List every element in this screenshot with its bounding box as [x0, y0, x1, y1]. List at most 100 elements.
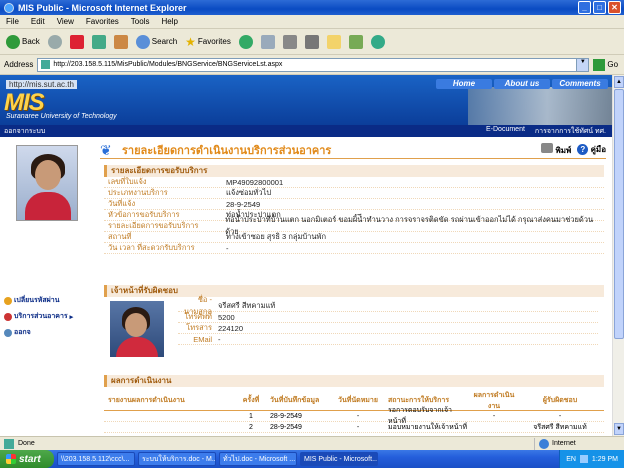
page-done-icon: [4, 438, 14, 449]
menu-bar: File Edit View Favorites Tools Help: [0, 15, 624, 29]
taskbar-item-word-doc1[interactable]: ระบบให้บริการ.doc - M...: [138, 452, 216, 466]
scroll-thumb[interactable]: [614, 89, 624, 339]
contact-row: ชื่อ - นามสกุล จรีสศรี สีทคามแท้: [178, 295, 598, 316]
go-button[interactable]: Go: [593, 58, 618, 71]
media-icon: [238, 34, 253, 49]
address-bar: Address http://203.158.5.115/MisPublic/M…: [0, 55, 624, 75]
menu-help[interactable]: Help: [161, 17, 177, 26]
nav-about[interactable]: About us: [494, 79, 550, 89]
taskbar-item-word-doc2[interactable]: ทั่วไป.doc - Microsoft ...: [219, 452, 297, 466]
search-icon: [135, 34, 150, 49]
nav-comments[interactable]: Comments: [552, 79, 608, 89]
title-bar: MIS Public - Microsoft Internet Explorer…: [0, 0, 624, 15]
exit-icon: [4, 328, 12, 337]
forward-button[interactable]: [46, 32, 64, 52]
page-icon: [41, 60, 51, 69]
menu-edit[interactable]: Edit: [31, 17, 45, 26]
home-icon: [113, 34, 128, 49]
discuss-button[interactable]: [325, 32, 343, 52]
progress-section: ผลการดำเนินงาน รายงานผลการดำเนินงาน ครั้…: [104, 375, 604, 436]
security-zone: Internet: [534, 437, 624, 450]
refresh-icon: [91, 34, 106, 49]
sub-nav-bar: ออกจากระบบ E-Document การจากการใช้ทัศน์ …: [0, 125, 612, 137]
globe-icon: [539, 438, 549, 449]
page-title: รายละเอียดการดำเนินงานบริการส่วนอาคาร: [122, 144, 332, 157]
sidebar-item-logout[interactable]: ออกจ: [4, 327, 73, 338]
officer-photo: [110, 301, 164, 357]
header-banner-image: [468, 87, 612, 125]
taskbar-item-ie[interactable]: MIS Public - Microsoft...: [300, 452, 378, 466]
building-icon: [4, 312, 12, 321]
minimize-button[interactable]: _: [578, 1, 591, 14]
officer-section: เจ้าหน้าที่รับผิดชอบ ชื่อ - นามสกุล จรีสศ…: [104, 285, 604, 365]
progress-header: ผลการดำเนินงาน: [104, 375, 604, 387]
stop-icon: [69, 34, 84, 49]
printer-icon: [541, 142, 554, 153]
page-header: ❦ รายละเอียดการดำเนินงานบริการส่วนอาคาร …: [100, 141, 606, 159]
menu-view[interactable]: View: [57, 17, 74, 26]
back-button[interactable]: Back: [4, 32, 42, 52]
mail-icon: [260, 34, 275, 49]
refresh-button[interactable]: [90, 32, 108, 52]
messenger-icon: [370, 34, 385, 49]
manual-link[interactable]: การจากการใช้ทัศน์ ทศ.: [535, 126, 606, 137]
sidebar-item-change-password[interactable]: เปลี่ยนรหัสผ่าน: [4, 295, 73, 306]
discuss-icon: [326, 34, 341, 49]
system-tray: EN 1:29 PM: [559, 450, 624, 468]
scroll-up-button[interactable]: ▲: [614, 76, 624, 88]
scroll-down-button[interactable]: ▼: [614, 423, 624, 435]
edit-button[interactable]: [303, 32, 321, 52]
research-button[interactable]: [347, 32, 365, 52]
table-header: รายงานผลการดำเนินงาน ครั้งที่ วันที่บันท…: [104, 391, 604, 411]
nav-home[interactable]: Home: [436, 79, 492, 89]
user-photo: [16, 145, 78, 221]
page-viewport: http://mis.sut.ac.th MIS Suranaree Unive…: [0, 75, 612, 436]
print-link[interactable]: พิมพ์: [541, 142, 571, 157]
site-header: http://mis.sut.ac.th MIS Suranaree Unive…: [0, 75, 612, 125]
media-button[interactable]: [237, 32, 255, 52]
request-section: รายละเอียดการขอรับบริการ เลขที่ใบแจ้ง MP4…: [104, 165, 604, 254]
contact-row: โทรสาร 224120: [178, 323, 598, 334]
favorites-button[interactable]: ★ Favorites: [183, 32, 233, 52]
site-url: http://mis.sut.ac.th: [6, 80, 77, 89]
language-indicator[interactable]: EN: [566, 456, 576, 463]
table-row: 2 28-9-2549 - มอบหมายงานให้เจ้าหน้าที่ จ…: [104, 422, 604, 433]
edit-icon: [304, 34, 319, 49]
close-button[interactable]: ✕: [608, 1, 621, 14]
address-label: Address: [4, 60, 34, 69]
top-nav: Home About us Comments: [436, 79, 608, 89]
sidebar: เปลี่ยนรหัสผ่าน บริการส่วนอาคาร ▸ ออกจ: [0, 137, 90, 436]
menu-file[interactable]: File: [6, 17, 19, 26]
butterfly-icon: ❦: [100, 141, 112, 158]
maximize-button[interactable]: □: [593, 1, 606, 14]
menu-favorites[interactable]: Favorites: [86, 17, 119, 26]
status-bar: Done Internet: [0, 436, 624, 450]
side-menu: เปลี่ยนรหัสผ่าน บริการส่วนอาคาร ▸ ออกจ: [4, 295, 73, 338]
tray-icon[interactable]: [579, 455, 588, 463]
contact-row: EMail -: [178, 334, 598, 345]
address-dropdown[interactable]: ▼: [576, 58, 589, 71]
mail-button[interactable]: [259, 32, 277, 52]
taskbar: start \\203.158.5.112\ccc\... ระบบให้บริ…: [0, 450, 624, 468]
site-subtitle: Suranaree University of Technology: [6, 113, 117, 120]
forward-arrow-icon: [47, 34, 62, 49]
vertical-scrollbar[interactable]: ▲ ▼: [612, 75, 624, 436]
ie-window: MIS Public - Microsoft Internet Explorer…: [0, 0, 624, 468]
help-link[interactable]: ? คู่มือ: [577, 143, 606, 156]
edocument-link[interactable]: E-Document: [486, 126, 525, 137]
search-button[interactable]: Search: [134, 32, 179, 52]
menu-tools[interactable]: Tools: [131, 17, 150, 26]
logout-link[interactable]: ออกจากระบบ: [4, 126, 45, 137]
taskbar-item-folder[interactable]: \\203.158.5.112\ccc\...: [57, 452, 135, 466]
address-url: http://203.158.5.115/MisPublic/Modules/B…: [53, 61, 283, 68]
address-input[interactable]: http://203.158.5.115/MisPublic/Modules/B…: [37, 57, 590, 72]
star-icon: ★: [185, 34, 196, 49]
start-button[interactable]: start: [0, 450, 54, 468]
key-icon: [4, 296, 12, 305]
print-button[interactable]: [281, 32, 299, 52]
home-button[interactable]: [112, 32, 130, 52]
messenger-button[interactable]: [369, 32, 387, 52]
sidebar-item-building-service[interactable]: บริการส่วนอาคาร ▸: [4, 311, 73, 322]
stop-button[interactable]: [68, 32, 86, 52]
windows-logo-icon: [6, 454, 16, 464]
